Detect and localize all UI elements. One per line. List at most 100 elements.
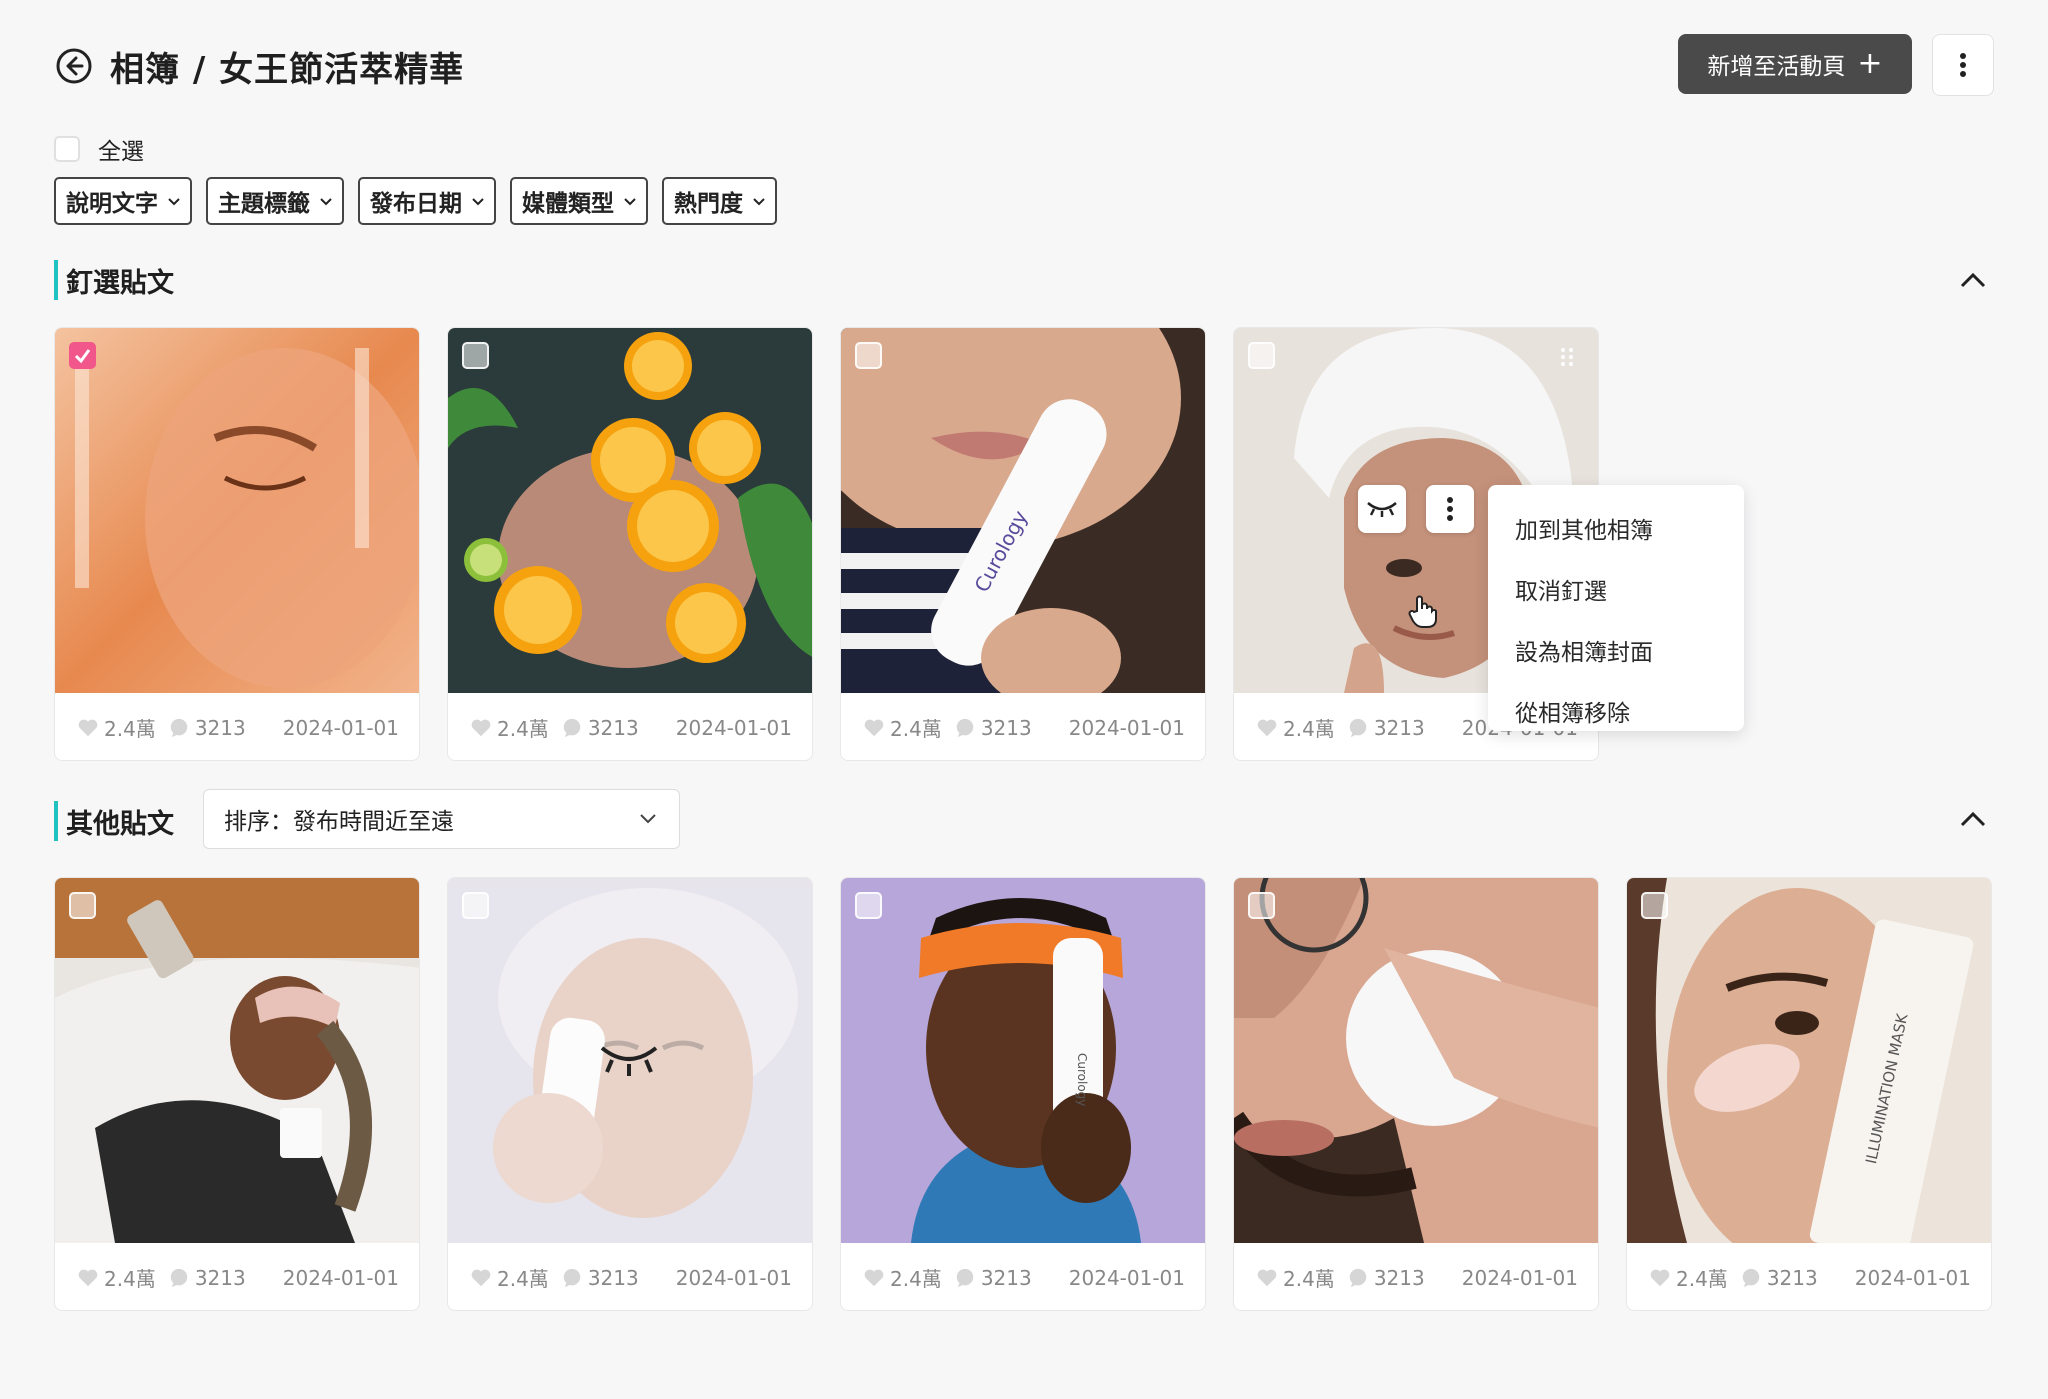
post-date: 2024-01-01: [675, 1265, 792, 1290]
post-card-hidden[interactable]: 2.4萬 3213 2024-01-01: [447, 877, 813, 1311]
comment-icon: [1349, 1268, 1367, 1287]
eye-closed-icon: [1367, 502, 1397, 517]
post-more-button[interactable]: [1426, 485, 1474, 533]
comment-icon: [1349, 718, 1367, 737]
post-image: Curology: [841, 878, 1205, 1243]
plus-icon: +: [1857, 46, 1883, 81]
comments-count: 3213: [587, 715, 639, 740]
post-checkbox[interactable]: [1641, 892, 1668, 919]
post-stats: 2.4萬 3213 2024-01-01: [841, 693, 1205, 760]
other-section-title: 其他貼文: [66, 808, 174, 840]
select-all-checkbox[interactable]: [54, 136, 80, 162]
post-stats: 2.4萬 3213 2024-01-01: [1627, 1243, 1991, 1310]
post-checkbox[interactable]: [1248, 892, 1275, 919]
post-checkbox[interactable]: [855, 892, 882, 919]
chevron-down-icon: [624, 198, 636, 206]
post-card[interactable]: Curology 2.4萬 3213 2024-01-01: [840, 877, 1206, 1311]
post-card[interactable]: 2.4萬 3213 2024-01-01: [1233, 877, 1599, 1311]
heart-icon: [1257, 719, 1277, 736]
sort-select[interactable]: 排序：發布時間近至遠: [203, 789, 680, 849]
post-image: [55, 878, 419, 1243]
post-date: 2024-01-01: [1068, 715, 1185, 740]
chevron-down-icon: [168, 198, 180, 206]
post-stats: 2.4萬 3213 2024-01-01: [841, 1243, 1205, 1310]
likes-count: 2.4萬: [104, 1267, 156, 1291]
post-checkbox[interactable]: [69, 342, 96, 369]
comment-icon: [1742, 1268, 1760, 1287]
filter-popularity[interactable]: 熱門度: [662, 177, 777, 225]
heart-icon: [471, 719, 491, 736]
post-date: 2024-01-01: [282, 1265, 399, 1290]
post-card[interactable]: ILLUMINATION MASK 2.4萬 3213 2024-01-01: [1626, 877, 1992, 1311]
heart-icon: [78, 719, 98, 736]
add-to-campaign-button[interactable]: 新增至活動頁 +: [1678, 34, 1912, 94]
filter-label: 主題標籤: [218, 191, 310, 217]
sort-label: 排序：發布時間近至遠: [224, 809, 454, 835]
drag-handle-icon[interactable]: [1558, 346, 1576, 368]
likes-count: 2.4萬: [890, 717, 942, 741]
post-stats: 2.4萬 3213 2024-01-01: [448, 1243, 812, 1310]
filter-bar: 說明文字 主題標籤 發布日期 媒體類型 熱門度: [54, 177, 777, 225]
filter-media-type[interactable]: 媒體類型: [510, 177, 648, 225]
other-section-header: 其他貼文: [54, 800, 174, 842]
heart-icon: [1257, 1269, 1277, 1286]
post-checkbox[interactable]: [462, 342, 489, 369]
menu-set-cover[interactable]: 設為相簿封面: [1488, 619, 1744, 680]
post-card[interactable]: Curology 2.4萬 3213 2024-01-01: [840, 327, 1206, 761]
likes-count: 2.4萬: [497, 1267, 549, 1291]
post-checkbox[interactable]: [855, 342, 882, 369]
likes-count: 2.4萬: [1676, 1267, 1728, 1291]
chevron-down-icon: [472, 198, 484, 206]
curology-bottle-text: Curology: [1075, 1053, 1089, 1106]
post-stats: 2.4萬 3213 2024-01-01: [448, 693, 812, 760]
filter-hashtag[interactable]: 主題標籤: [206, 177, 344, 225]
filter-date[interactable]: 發布日期: [358, 177, 496, 225]
select-all[interactable]: 全選: [54, 132, 144, 166]
post-card[interactable]: 2.4萬 3213 2024-01-01: [54, 877, 420, 1311]
kebab-icon: [1447, 497, 1453, 521]
post-date: 2024-01-01: [282, 715, 399, 740]
menu-add-to-album[interactable]: 加到其他相簿: [1488, 497, 1744, 558]
comments-count: 3213: [1766, 1265, 1818, 1290]
likes-count: 2.4萬: [890, 1267, 942, 1291]
collapse-pinned-chevron-up-icon[interactable]: [1955, 262, 1991, 298]
menu-remove-from-album[interactable]: 從相簿移除: [1488, 680, 1744, 741]
comments-count: 3213: [587, 1265, 639, 1290]
hidden-eye-closed-icon: [600, 1046, 658, 1076]
chevron-down-icon: [640, 814, 656, 824]
post-stats: 2.4萬 3213 2024-01-01: [55, 693, 419, 760]
post-image: [448, 328, 812, 693]
comment-icon: [563, 718, 581, 737]
post-checkbox[interactable]: [1248, 342, 1275, 369]
post-checkbox[interactable]: [462, 892, 489, 919]
comments-count: 3213: [980, 715, 1032, 740]
menu-unpin[interactable]: 取消釘選: [1488, 558, 1744, 619]
post-card[interactable]: 2.4萬 3213 2024-01-01: [447, 327, 813, 761]
heart-icon: [864, 1269, 884, 1286]
likes-count: 2.4萬: [104, 717, 156, 741]
post-image: ILLUMINATION MASK: [1627, 878, 1991, 1243]
accent-bar: [54, 260, 58, 300]
comment-icon: [170, 718, 188, 737]
page-title: 相簿 / 女王節活萃精華: [110, 49, 465, 90]
comments-count: 3213: [1373, 1265, 1425, 1290]
chevron-down-icon: [753, 198, 765, 206]
filter-caption[interactable]: 說明文字: [54, 177, 192, 225]
comments-count: 3213: [1373, 715, 1425, 740]
back-arrow-icon[interactable]: [54, 46, 94, 86]
hide-post-button[interactable]: [1358, 485, 1406, 533]
collapse-other-chevron-up-icon[interactable]: [1955, 801, 1991, 837]
more-options-button[interactable]: [1932, 34, 1994, 96]
select-all-label: 全選: [98, 139, 144, 165]
heart-icon: [1650, 1269, 1670, 1286]
heart-icon: [78, 1269, 98, 1286]
comment-icon: [956, 1268, 974, 1287]
comments-count: 3213: [194, 715, 246, 740]
post-date: 2024-01-01: [1068, 1265, 1185, 1290]
post-image: Curology: [841, 328, 1205, 693]
post-stats: 2.4萬 3213 2024-01-01: [1234, 1243, 1598, 1310]
add-to-campaign-label: 新增至活動頁: [1707, 54, 1846, 80]
hand-cursor-icon: [1408, 595, 1437, 628]
post-card[interactable]: 2.4萬 3213 2024-01-01: [54, 327, 420, 761]
post-checkbox[interactable]: [69, 892, 96, 919]
